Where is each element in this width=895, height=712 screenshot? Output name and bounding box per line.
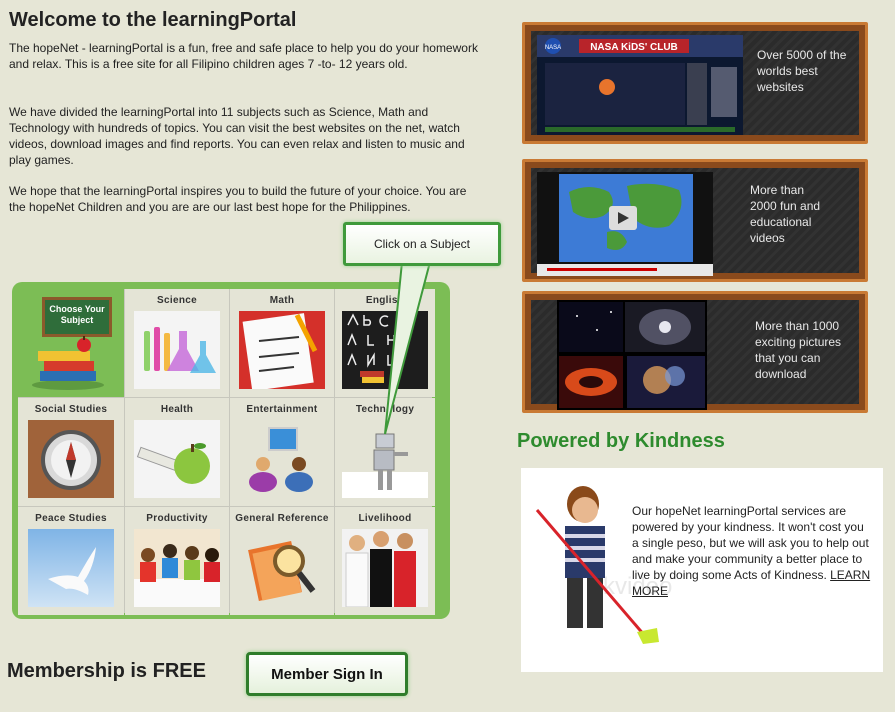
subject-tile-social-studies[interactable]: Social Studies (18, 398, 124, 506)
choose-subject-tile: Choose Your Subject (18, 289, 124, 397)
books-icon (32, 336, 104, 390)
nasa-kids-club-screenshot: NASA NASA KiDS' CLUB (537, 35, 743, 135)
subject-tile-health[interactable]: Health (125, 398, 229, 506)
subject-tile-general-reference[interactable]: General Reference (230, 507, 334, 615)
nasa-logo-text: NASA (545, 45, 561, 51)
subject-tile-productivity[interactable]: Productivity (125, 507, 229, 615)
intro-paragraph-1: The hopeNet - learningPortal is a fun, f… (9, 41, 478, 71)
board-line-2: Subject (60, 315, 94, 325)
subject-label: Math (269, 295, 295, 306)
subject-label: General Reference (235, 513, 329, 524)
subject-label: Social Studies (34, 404, 108, 415)
member-sign-in-button[interactable]: Member Sign In (246, 652, 408, 696)
intro-paragraph-3: We hope that the learningPortal inspires… (9, 184, 467, 214)
subject-tile-livelihood[interactable]: Livelihood (335, 507, 435, 615)
science-flasks-icon (134, 311, 220, 389)
membership-heading: Membership is FREE (7, 660, 206, 682)
subject-tile-entertainment[interactable]: Entertainment (230, 398, 334, 506)
chalkboard-icon: Choose Your Subject (42, 297, 112, 337)
powered-by-kindness-heading: Powered by Kindness (517, 430, 725, 452)
workers-icon (342, 529, 428, 607)
kids-at-table-icon (134, 529, 220, 607)
compass-icon (28, 420, 114, 498)
dove-icon (28, 529, 114, 607)
math-worksheet-icon (239, 311, 325, 389)
video-player-screenshot (537, 172, 713, 276)
subject-label: Peace Studies (35, 513, 107, 524)
book-magnifier-icon (239, 529, 325, 607)
subject-tile-peace-studies[interactable]: Peace Studies (18, 507, 124, 615)
chalkboard: More than 1000 exciting pictures that yo… (531, 300, 859, 410)
callout-pointer (384, 262, 432, 435)
pictures-board[interactable]: More than 1000 exciting pictures that yo… (522, 291, 868, 413)
videos-board[interactable]: More than 2000 fun and educational video… (522, 159, 868, 282)
videos-board-text: More than 2000 fun and educational video… (750, 183, 821, 245)
chalkboard: NASA NASA KiDS' CLUB Over 5000 of the wo… (531, 31, 859, 135)
space-pictures-thumbnails (557, 300, 707, 410)
subject-grid: Choose Your Subject Science Math English… (18, 289, 435, 615)
subject-label: Livelihood (358, 513, 412, 524)
apple-measuring-tape-icon (134, 420, 220, 498)
subject-label: Health (160, 404, 194, 415)
intro-paragraph-2: We have divided the learningPortal into … (9, 105, 465, 167)
subject-label: Productivity (146, 513, 208, 524)
websites-board[interactable]: NASA NASA KiDS' CLUB Over 5000 of the wo… (522, 22, 868, 144)
kindness-panel: ckvideo Our hopeNet learningPortal servi… (521, 468, 883, 672)
kindness-description: Our hopeNet learningPortal services are … (632, 503, 872, 599)
subject-label: Entertainment (246, 404, 318, 415)
kids-watching-tv-icon (239, 420, 325, 498)
websites-board-text: Over 5000 of the worlds best websites (757, 48, 847, 94)
board-line-1: Choose Your (49, 304, 105, 314)
click-subject-callout: Click on a Subject (343, 222, 501, 266)
chalkboard: More than 2000 fun and educational video… (531, 168, 859, 276)
subject-tile-science[interactable]: Science (125, 289, 229, 397)
page-title: Welcome to the learningPortal (9, 9, 297, 31)
subject-tile-math[interactable]: Math (230, 289, 334, 397)
nasa-kids-club-title: NASA KiDS' CLUB (590, 42, 678, 53)
pictures-board-text: More than 1000 exciting pictures that yo… (755, 319, 842, 381)
subject-label: Science (157, 295, 197, 306)
